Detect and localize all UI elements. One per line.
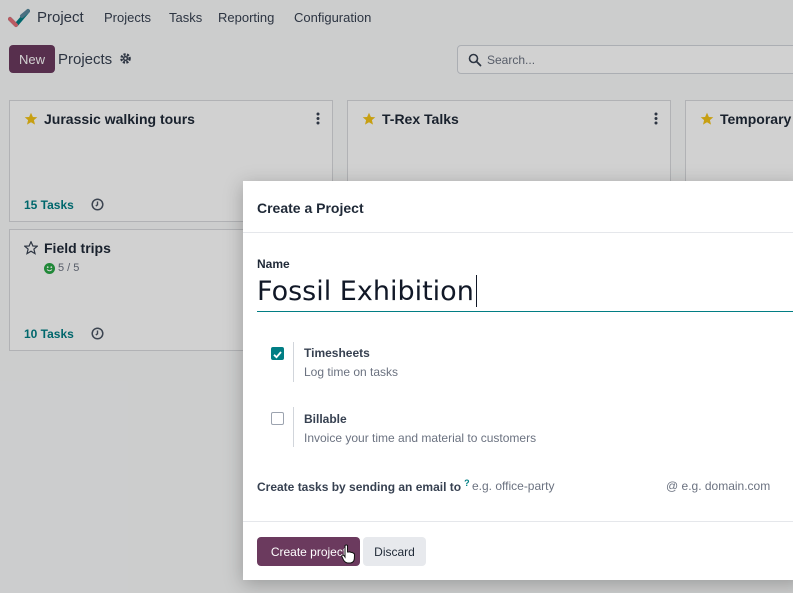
checkmark-icon	[273, 351, 282, 359]
create-project-dialog: Create a Project Name Fossil Exhibition …	[243, 181, 793, 580]
divider	[293, 407, 294, 447]
discard-button[interactable]: Discard	[363, 537, 426, 566]
divider	[243, 521, 793, 522]
timesheets-label[interactable]: Timesheets	[304, 346, 370, 360]
alias-domain-input[interactable]: @ e.g. domain.com	[666, 479, 770, 493]
text-caret	[475, 275, 477, 307]
billable-description: Invoice your time and material to custom…	[304, 431, 537, 445]
email-alias-text: Create tasks by sending an email to	[257, 480, 462, 494]
email-alias-label: Create tasks by sending an email to?	[257, 478, 470, 494]
billable-label[interactable]: Billable	[304, 412, 347, 426]
billable-checkbox[interactable]	[271, 412, 284, 425]
timesheets-description: Log time on tasks	[304, 365, 399, 379]
hand-pointer-icon	[341, 544, 355, 564]
name-text: Fossil Exhibition	[257, 275, 474, 307]
dialog-title: Create a Project	[257, 200, 364, 216]
alias-name-input[interactable]: e.g. office-party	[472, 479, 555, 493]
help-tooltip-icon[interactable]: ?	[464, 478, 470, 488]
name-value[interactable]: Fossil Exhibition	[257, 275, 477, 307]
divider	[293, 342, 294, 382]
divider	[243, 232, 793, 233]
name-label: Name	[257, 257, 290, 271]
timesheets-checkbox[interactable]	[271, 347, 284, 360]
